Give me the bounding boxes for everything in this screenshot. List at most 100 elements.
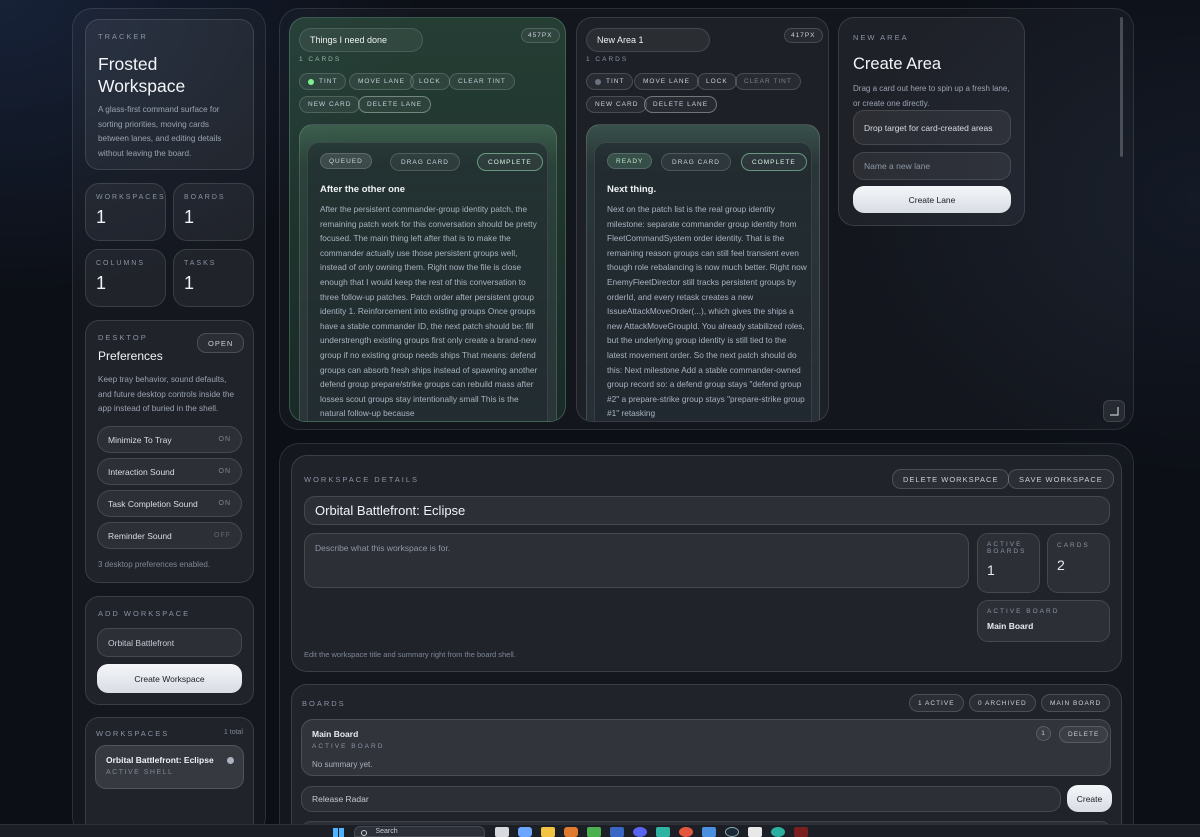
taskbar-search-box[interactable]: Search: [354, 826, 485, 837]
lock-lane-button[interactable]: LOCK: [410, 73, 450, 90]
app-icon-orange[interactable]: [564, 827, 578, 837]
app-title: Frosted Workspace: [98, 53, 241, 97]
files-app-icon[interactable]: [495, 827, 509, 837]
board-scrollbar[interactable]: [1120, 17, 1123, 157]
stat-label: WORKSPACES: [96, 194, 166, 201]
lock-lane-button[interactable]: LOCK: [697, 73, 737, 90]
move-lane-button[interactable]: MOVE LANE: [634, 73, 699, 90]
app-icon-dark-red[interactable]: [794, 827, 808, 837]
drag-card-button[interactable]: DRAG CARD: [390, 153, 461, 171]
task-body: Next on the patch list is the real group…: [607, 204, 807, 419]
toggle-minimize-to-tray[interactable]: Minimize To Tray ON: [97, 426, 242, 453]
stat-value: 1: [184, 207, 195, 227]
toggle-state: ON: [218, 500, 231, 507]
add-workspace-eyebrow: ADD WORKSPACE: [98, 609, 191, 618]
task-body: After the persistent commander-group ide…: [320, 204, 538, 419]
app-icon-green[interactable]: [587, 827, 601, 837]
create-board-button[interactable]: Create: [1067, 785, 1112, 812]
new-card-button[interactable]: NEW CARD: [586, 96, 648, 113]
cards-stat: CARDS 2: [1047, 533, 1110, 593]
create-lane-button[interactable]: Create Lane: [853, 186, 1011, 213]
new-board-input[interactable]: Release Radar: [301, 786, 1061, 812]
toggle-interaction-sound[interactable]: Interaction Sound ON: [97, 458, 242, 485]
toggle-label: Reminder Sound: [108, 530, 172, 541]
tracker-eyebrow: TRACKER: [98, 32, 148, 41]
task-card[interactable]: READY DRAG CARD COMPLETE Next thing. Nex…: [586, 124, 820, 421]
stat-label: COLUMNS: [96, 260, 146, 267]
task-title: Next thing.: [607, 184, 657, 195]
task-card[interactable]: QUEUED DRAG CARD COMPLETE After the othe…: [299, 124, 557, 421]
lane-new-area-1: New Area 1 417PX 1 CARDS TINT MOVE LANE …: [576, 17, 829, 422]
workspaces-card: WORKSPACES 1 total Orbital Battlefront: …: [85, 717, 254, 837]
app-icon-red[interactable]: [679, 827, 693, 837]
workspace-name-input[interactable]: Orbital Battlefront: [97, 628, 242, 657]
workspaces-count: 1 total: [223, 729, 243, 736]
board-item-name: Main Board: [312, 729, 359, 739]
lane-card-count: 1 CARDS: [299, 56, 342, 63]
app-icon-white[interactable]: [748, 827, 762, 837]
boards-eyebrow: BOARDS: [302, 699, 346, 708]
toggle-label: Minimize To Tray: [108, 434, 172, 445]
stat-value: 1: [184, 273, 195, 293]
copilot-app-icon[interactable]: [518, 827, 532, 837]
open-preferences-button[interactable]: OPEN: [197, 333, 245, 353]
task-status-badge: QUEUED: [320, 153, 372, 169]
workspace-item-name: Orbital Battlefront: Eclipse: [106, 755, 214, 765]
move-lane-button[interactable]: MOVE LANE: [349, 73, 414, 90]
tint-label: TINT: [606, 78, 625, 85]
complete-button[interactable]: COMPLETE: [477, 153, 543, 171]
workspace-item[interactable]: Orbital Battlefront: Eclipse ACTIVE SHEL…: [95, 745, 244, 789]
workspace-title-input[interactable]: Orbital Battlefront: Eclipse: [304, 496, 1110, 525]
start-icon[interactable]: [333, 828, 344, 837]
lane-things-i-need-done: Things I need done 457PX 1 CARDS TINT MO…: [289, 17, 566, 422]
delete-lane-button[interactable]: DELETE LANE: [358, 96, 432, 113]
clear-tint-button[interactable]: CLEAR TINT: [449, 73, 515, 90]
toggle-reminder-sound[interactable]: Reminder Sound OFF: [97, 522, 242, 549]
app-icon-teal[interactable]: [656, 827, 670, 837]
explorer-app-icon[interactable]: [541, 827, 555, 837]
cards-value: 2: [1057, 557, 1065, 573]
lane-title-input[interactable]: Things I need done: [299, 28, 423, 52]
complete-button[interactable]: COMPLETE: [741, 153, 807, 171]
delete-workspace-button[interactable]: DELETE WORKSPACE: [892, 469, 1010, 489]
stat-boards: BOARDS 1: [173, 183, 254, 241]
tint-button[interactable]: TINT: [299, 73, 347, 90]
new-area-eyebrow: NEW AREA: [853, 33, 909, 42]
create-workspace-button[interactable]: Create Workspace: [97, 664, 242, 693]
workspace-description-textarea[interactable]: Describe what this workspace is for.: [304, 533, 969, 588]
preferences-footer: 3 desktop preferences enabled.: [98, 560, 211, 569]
stat-workspaces: WORKSPACES 1: [85, 183, 166, 241]
board-list-item[interactable]: Main Board ACTIVE BOARD No summary yet. …: [301, 719, 1111, 776]
app-icon-blue[interactable]: [702, 827, 716, 837]
board-item-sub: ACTIVE BOARD: [312, 743, 385, 750]
discord-app-icon[interactable]: [633, 827, 647, 837]
active-dot-icon: [227, 757, 234, 764]
save-workspace-button[interactable]: SAVE WORKSPACE: [1008, 469, 1114, 489]
terminal-app-icon[interactable]: [610, 827, 624, 837]
main-board-pill: MAIN BOARD: [1041, 694, 1111, 712]
steam-app-icon[interactable]: [725, 827, 739, 837]
taskbar-search-label: Search: [375, 828, 398, 835]
delete-board-button[interactable]: DELETE: [1059, 726, 1109, 743]
lane-title-input[interactable]: New Area 1: [586, 28, 710, 52]
active-board-stat: ACTIVE BOARD Main Board: [977, 600, 1110, 642]
desktop-preferences-card: DESKTOP Preferences OPEN Keep tray behav…: [85, 320, 254, 583]
archived-boards-pill: 0 ARCHIVED: [969, 694, 1036, 712]
tint-button[interactable]: TINT: [586, 73, 634, 90]
drag-card-button[interactable]: DRAG CARD: [661, 153, 732, 171]
new-lane-name-input[interactable]: Name a new lane: [853, 152, 1011, 180]
clear-tint-button[interactable]: CLEAR TINT: [735, 73, 801, 90]
toggle-task-completion-sound[interactable]: Task Completion Sound ON: [97, 490, 242, 517]
new-card-button[interactable]: NEW CARD: [299, 96, 361, 113]
active-boards-value: 1: [987, 562, 995, 578]
toggle-state: OFF: [214, 532, 231, 539]
resize-handle-icon[interactable]: [1103, 400, 1125, 422]
active-boards-pill: 1 ACTIVE: [909, 694, 964, 712]
workspace-details-eyebrow: WORKSPACE DETAILS: [304, 475, 419, 484]
delete-lane-button[interactable]: DELETE LANE: [644, 96, 718, 113]
tint-dot-icon: [595, 78, 601, 85]
edge-app-icon[interactable]: [771, 827, 785, 837]
stat-columns: COLUMNS 1: [85, 249, 166, 307]
task-status-badge: READY: [607, 153, 653, 169]
drop-target-area[interactable]: Drop target for card-created areas: [853, 110, 1011, 145]
